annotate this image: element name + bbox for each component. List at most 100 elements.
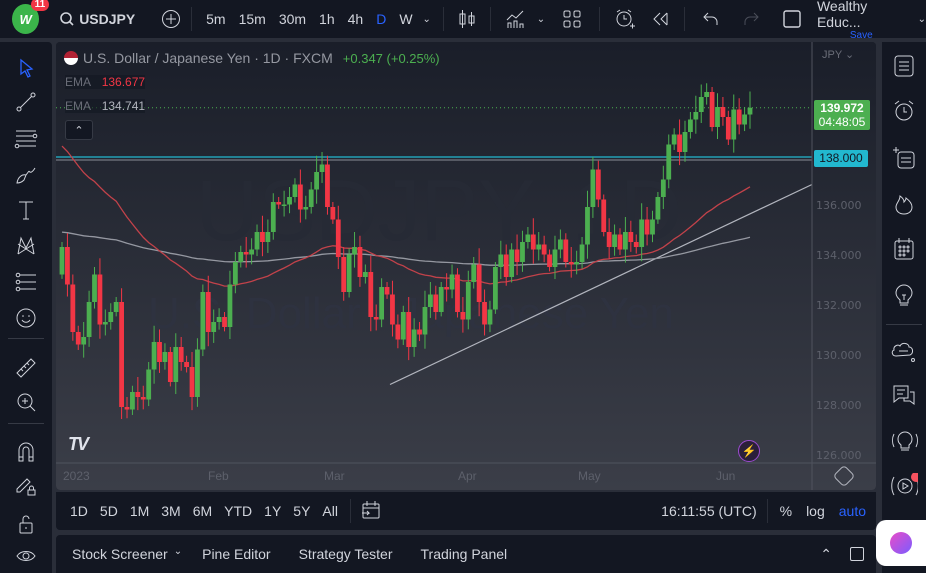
collapse-legend-button[interactable]: ⌃ <box>65 120 93 140</box>
interval-15m[interactable]: 15m <box>239 11 266 27</box>
alerts-button[interactable] <box>890 97 918 125</box>
compare-add-button[interactable] <box>161 9 181 29</box>
candle-down <box>677 134 682 152</box>
hide-drawings-button[interactable] <box>12 542 40 570</box>
symbol-search[interactable]: USDJPY <box>59 11 135 27</box>
candle-up <box>666 144 672 180</box>
ideas-button[interactable] <box>890 282 918 310</box>
fib-retracement-tool[interactable] <box>12 124 40 152</box>
logo[interactable]: W 11 <box>12 0 50 34</box>
interval-4h[interactable]: 4h <box>348 11 364 27</box>
lightbulb-icon <box>895 284 913 306</box>
maximize-panel-chevron-up-icon[interactable]: ⌃ <box>820 546 832 563</box>
candle-down <box>633 242 639 247</box>
watchlist-button[interactable] <box>890 52 918 80</box>
indicators-button[interactable]: ⌄ <box>505 9 545 29</box>
range-5d[interactable]: 5D <box>94 503 124 519</box>
range-1d[interactable]: 1D <box>64 503 94 519</box>
chats-button[interactable] <box>890 337 918 365</box>
range-6m[interactable]: 6M <box>187 503 218 519</box>
ema-fast-legend[interactable]: EMA 136.677 <box>65 75 146 89</box>
interval-5m[interactable]: 5m <box>206 11 225 27</box>
candle-down <box>65 247 70 285</box>
lock-all-button[interactable] <box>12 510 40 538</box>
interval-d[interactable]: D <box>376 11 386 27</box>
candles-chart-type-button[interactable] <box>458 9 476 29</box>
symbol-title[interactable]: U.S. Dollar / Japanese Yen · 1D · FXCM <box>83 50 333 66</box>
candle-up <box>281 204 287 206</box>
layout-menu-chevron[interactable]: ⌄ <box>918 14 926 25</box>
lock-drawing-tool[interactable] <box>12 472 40 500</box>
fullscreen-panel-icon[interactable] <box>850 547 864 561</box>
candle-up <box>362 272 368 277</box>
chevron-down-icon[interactable]: ⌄ <box>174 546 182 562</box>
lightning-icon[interactable]: ⚡ <box>738 440 760 462</box>
percent-scale-toggle[interactable]: % <box>780 503 792 519</box>
time-axis-label: 2023 <box>63 469 90 483</box>
tradingview-logo[interactable]: TV <box>68 434 89 455</box>
candle-up <box>590 169 596 207</box>
trend-line-tool[interactable] <box>12 88 40 116</box>
text-tool[interactable] <box>12 196 40 224</box>
brush-tool[interactable] <box>12 160 40 188</box>
utc-clock[interactable]: 16:11:55 (UTC) <box>661 503 756 519</box>
panel-tab-trading-panel[interactable]: Trading Panel <box>407 546 522 562</box>
divider <box>886 324 922 325</box>
candle-up <box>227 284 233 327</box>
messages-button[interactable] <box>890 382 918 410</box>
price-change: +0.347 (+0.25%) <box>342 50 440 66</box>
hotlists-button[interactable] <box>890 190 918 218</box>
streams-button[interactable] <box>890 427 918 455</box>
candle-up <box>742 114 747 125</box>
range-3m[interactable]: 3M <box>155 503 186 519</box>
fullscreen-toggle[interactable] <box>783 10 801 28</box>
panel-tab-stock-screener[interactable]: Stock Screener <box>58 546 182 562</box>
unlock-icon <box>19 515 33 534</box>
prediction-tool[interactable] <box>12 268 40 296</box>
log-scale-toggle[interactable]: log <box>806 503 825 519</box>
chart-pane[interactable]: USDJPY, 1D U.S. Dollar / Japanese Yen U.… <box>56 42 876 490</box>
layout-name-button[interactable]: Wealthy Educ... Save <box>817 0 906 41</box>
candle-up <box>509 249 515 277</box>
interval-w[interactable]: W <box>399 11 412 27</box>
candle-up <box>698 97 704 112</box>
panel-tab-pine-editor[interactable]: Pine Editor <box>188 546 284 562</box>
magnet-tool[interactable] <box>12 438 40 466</box>
range-all[interactable]: All <box>316 503 344 519</box>
interval-1h[interactable]: 1h <box>319 11 335 27</box>
candle-up <box>59 247 65 275</box>
layouts-button[interactable] <box>563 10 581 28</box>
assistant-button[interactable] <box>876 520 926 566</box>
cursor-tool[interactable] <box>12 54 40 82</box>
candle-down <box>135 392 141 397</box>
auto-scale-toggle[interactable]: auto <box>839 503 866 519</box>
candle-up <box>195 349 200 397</box>
calendar-button[interactable] <box>890 235 918 263</box>
undo-button[interactable] <box>703 12 719 26</box>
interval-30m[interactable]: 30m <box>279 11 306 27</box>
candle-down <box>406 312 412 347</box>
brush-icon <box>16 167 36 184</box>
go-to-date-button[interactable] <box>361 500 381 523</box>
icon-tool[interactable] <box>12 304 40 332</box>
measure-tool[interactable] <box>12 354 40 382</box>
price-chart[interactable]: USDJPY, 1D U.S. Dollar / Japanese Yen <box>56 42 876 490</box>
ema-slow-legend[interactable]: EMA 134.741 <box>65 99 146 113</box>
candle-down <box>384 287 390 295</box>
redo-button[interactable] <box>743 12 759 26</box>
intervals-dropdown[interactable]: ⌄ <box>423 14 431 25</box>
zoom-tool[interactable] <box>12 388 40 416</box>
candle-down <box>189 367 195 397</box>
range-5y[interactable]: 5Y <box>287 503 316 519</box>
replay-button[interactable] <box>652 11 670 27</box>
panel-tab-strategy-tester[interactable]: Strategy Tester <box>285 546 407 562</box>
range-1m[interactable]: 1M <box>124 503 155 519</box>
live-button[interactable] <box>890 472 918 500</box>
currency-selector[interactable]: JPY ⌄ <box>822 48 854 61</box>
alert-button[interactable] <box>614 8 636 30</box>
range-ytd[interactable]: YTD <box>218 503 258 519</box>
candlestick-icon <box>459 10 475 28</box>
range-1y[interactable]: 1Y <box>258 503 287 519</box>
object-tree-button[interactable] <box>890 144 918 172</box>
pattern-tool[interactable] <box>12 232 40 260</box>
